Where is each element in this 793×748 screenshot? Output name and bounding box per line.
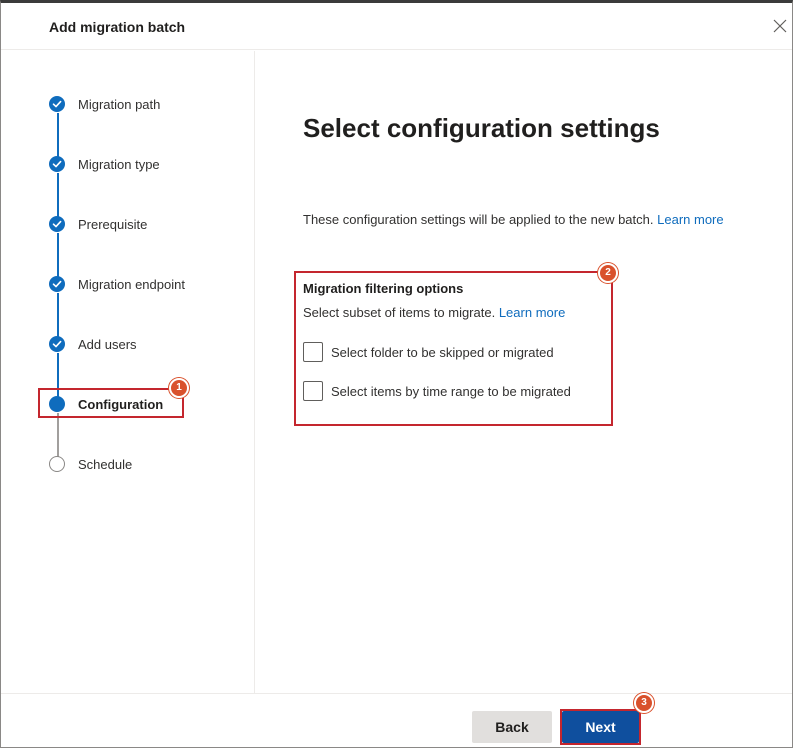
step-add-users[interactable]: Add users: [1, 334, 255, 354]
checkmark-icon: [49, 216, 65, 232]
step-migration-endpoint[interactable]: Migration endpoint: [1, 274, 255, 294]
step-schedule[interactable]: Schedule: [1, 454, 255, 474]
step-connector: [57, 113, 59, 157]
highlight-box-filtering: [294, 271, 613, 426]
annotation-badge-1: 1: [169, 378, 189, 398]
step-label: Migration type: [78, 157, 160, 172]
step-connector: [57, 413, 59, 457]
dialog-title: Add migration batch: [49, 19, 186, 35]
page-description: These configuration settings will be app…: [303, 212, 724, 227]
close-icon[interactable]: [772, 18, 788, 34]
description-text: These configuration settings will be app…: [303, 212, 654, 227]
dialog-footer: Back Next 3: [1, 693, 792, 748]
main-content: Select configuration settings These conf…: [256, 51, 792, 693]
checkmark-icon: [49, 96, 65, 112]
learn-more-link[interactable]: Learn more: [657, 212, 723, 227]
back-button[interactable]: Back: [472, 711, 552, 743]
checkmark-icon: [49, 336, 65, 352]
step-connector: [57, 173, 59, 217]
highlight-box-configuration: [38, 388, 184, 418]
step-migration-path[interactable]: Migration path: [1, 94, 255, 114]
checkmark-icon: [49, 156, 65, 172]
annotation-badge-3: 3: [634, 693, 654, 713]
step-label: Add users: [78, 337, 137, 352]
step-label: Prerequisite: [78, 217, 148, 232]
step-connector: [57, 233, 59, 277]
dialog-header: Add migration batch: [1, 3, 792, 50]
page-title: Select configuration settings: [303, 113, 660, 143]
step-sidebar: Migration path Migration type Prerequisi…: [1, 51, 255, 693]
step-label: Schedule: [78, 457, 133, 472]
pending-step-icon: [49, 456, 65, 472]
checkmark-icon: [49, 276, 65, 292]
step-prerequisite[interactable]: Prerequisite: [1, 214, 255, 234]
step-label: Migration path: [78, 97, 161, 112]
step-migration-type[interactable]: Migration type: [1, 154, 255, 174]
annotation-badge-2: 2: [598, 263, 618, 283]
dialog: Add migration batch Migration path Migra…: [0, 0, 793, 748]
step-label: Migration endpoint: [78, 277, 185, 292]
step-connector: [57, 293, 59, 337]
highlight-box-next: [560, 709, 641, 745]
